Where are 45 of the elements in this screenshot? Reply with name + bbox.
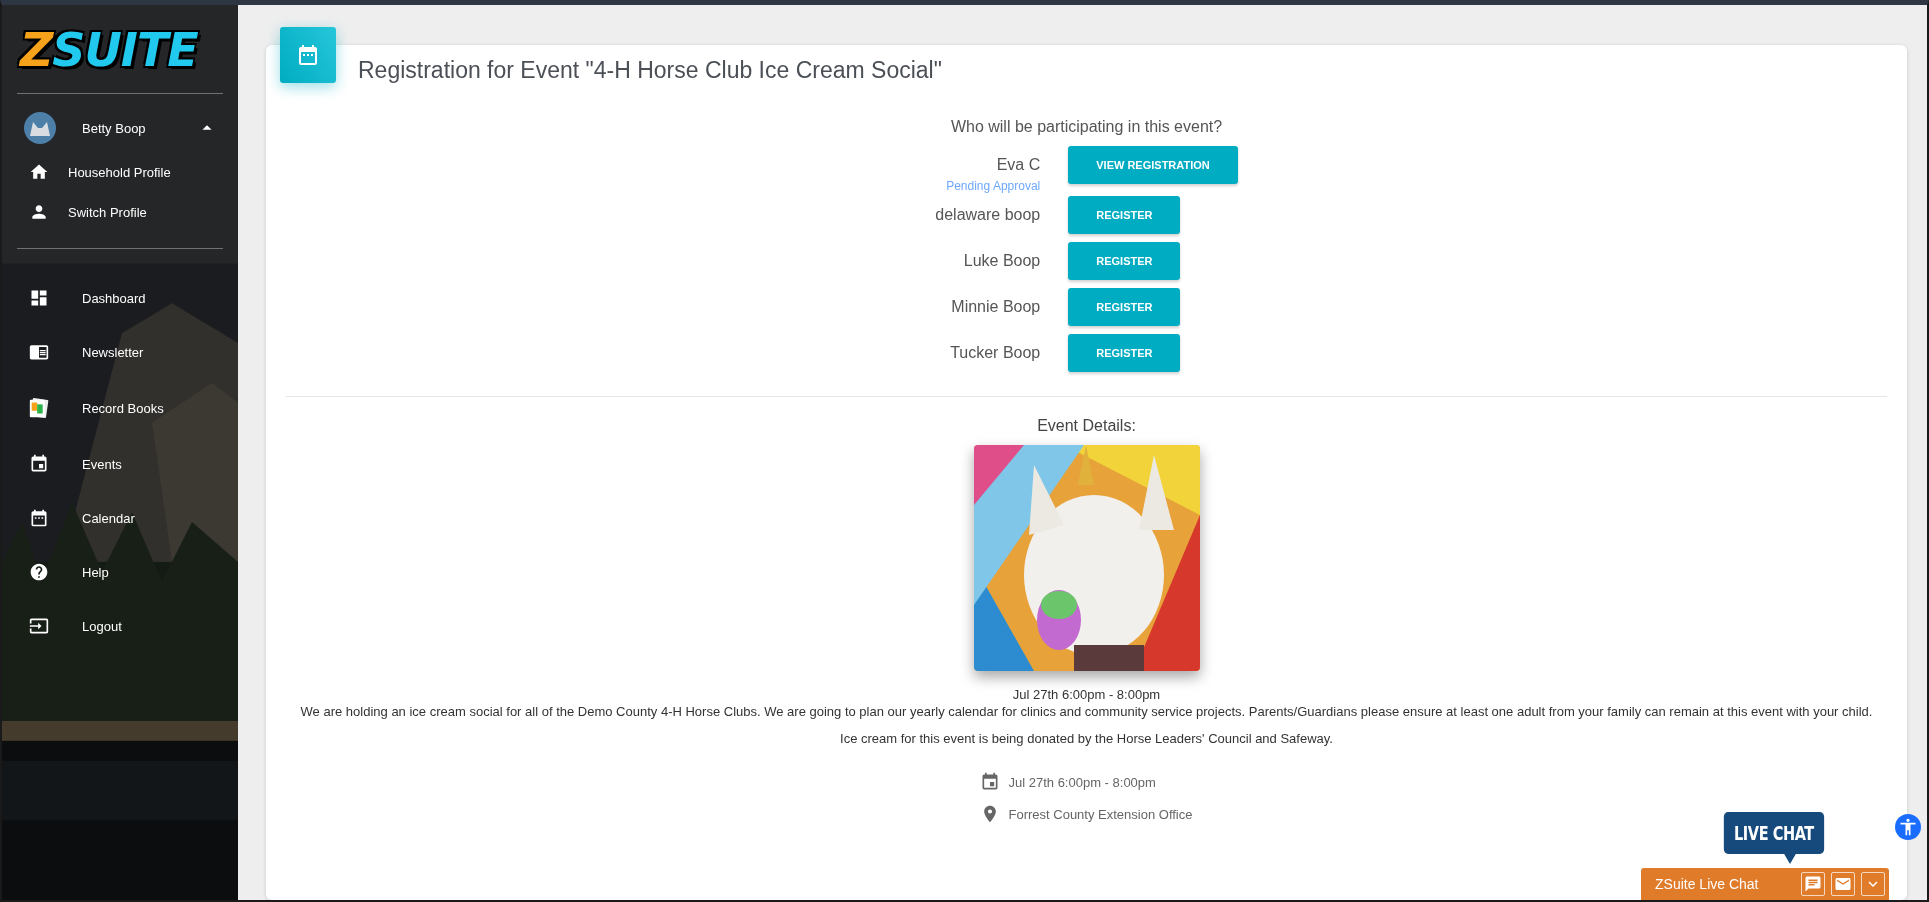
event-note: Ice cream for this event is being donated by the Horse Leaders' Council and Safeway.: [840, 731, 1333, 746]
collapse-button[interactable]: [1861, 872, 1885, 896]
chat-title: ZSuite Live Chat: [1655, 876, 1760, 892]
participant-name: Luke Boop: [963, 252, 1041, 270]
home-icon: [29, 162, 49, 182]
sidebar-item[interactable]: Logout: [82, 618, 122, 634]
sidebar-item[interactable]: Switch Profile: [68, 204, 147, 220]
accessibility-icon: [1898, 817, 1918, 837]
logout-icon: [29, 616, 49, 636]
zsuite-logo[interactable]: ZSUITE: [20, 23, 238, 77]
event-info: Jul 27th 6:00pm - 8:00pm: [1008, 774, 1156, 790]
sidebar-item[interactable]: Household Profile: [68, 164, 171, 180]
email-button[interactable]: [1831, 872, 1855, 896]
chat-button[interactable]: [1801, 872, 1825, 896]
participant-name: Eva C: [996, 156, 1041, 174]
calendar-icon: [29, 508, 49, 528]
mail-icon: [1834, 875, 1852, 893]
page-title: Registration for Event "4-H Horse Club Ice Cream Social": [358, 57, 942, 84]
dashboard-icon: [29, 288, 49, 308]
chat-icon: [1804, 875, 1822, 893]
user-name[interactable]: Betty Boop: [82, 120, 196, 136]
newsletter-icon: [29, 342, 49, 362]
sidebar-item[interactable]: Dashboard: [82, 290, 146, 306]
participant-name: Tucker Boop: [950, 344, 1041, 362]
participant-name: delaware boop: [935, 206, 1041, 224]
avatar: [24, 112, 56, 144]
participant-name: Minnie Boop: [951, 298, 1041, 316]
sidebar-item[interactable]: Calendar: [82, 510, 135, 526]
calendar-icon: [296, 43, 320, 67]
event-info: Forrest County Extension Office: [1008, 806, 1193, 822]
section-heading: Event Details:: [1037, 417, 1136, 435]
question-text: Who will be participating in this event?: [950, 118, 1223, 136]
bubble-tail: [1783, 852, 1797, 864]
help-icon: [29, 562, 49, 582]
status-text: Pending Approval: [946, 179, 1041, 193]
event-description: We are holding an ice cream social for all of the Demo County 4-H Horse Clubs. We are going to plan our yearly calendar for clinics and community service projects. Parents/Guardians please ensure at least one adult from your family can remain at this event with your child.: [300, 704, 1873, 719]
live-chat-bubble[interactable]: LIVE CHAT: [1723, 812, 1825, 854]
event-date: Jul 27th 6:00pm - 8:00pm: [1012, 687, 1161, 702]
calendar-icon: [29, 454, 49, 474]
sidebar-item[interactable]: Newsletter: [82, 344, 144, 360]
calendar-icon: [980, 772, 1001, 792]
sidebar-item[interactable]: Events: [82, 456, 122, 472]
sidebar-item[interactable]: Help: [82, 564, 109, 580]
book-icon: [28, 396, 50, 420]
sidebar-item[interactable]: Record Books: [82, 400, 164, 416]
